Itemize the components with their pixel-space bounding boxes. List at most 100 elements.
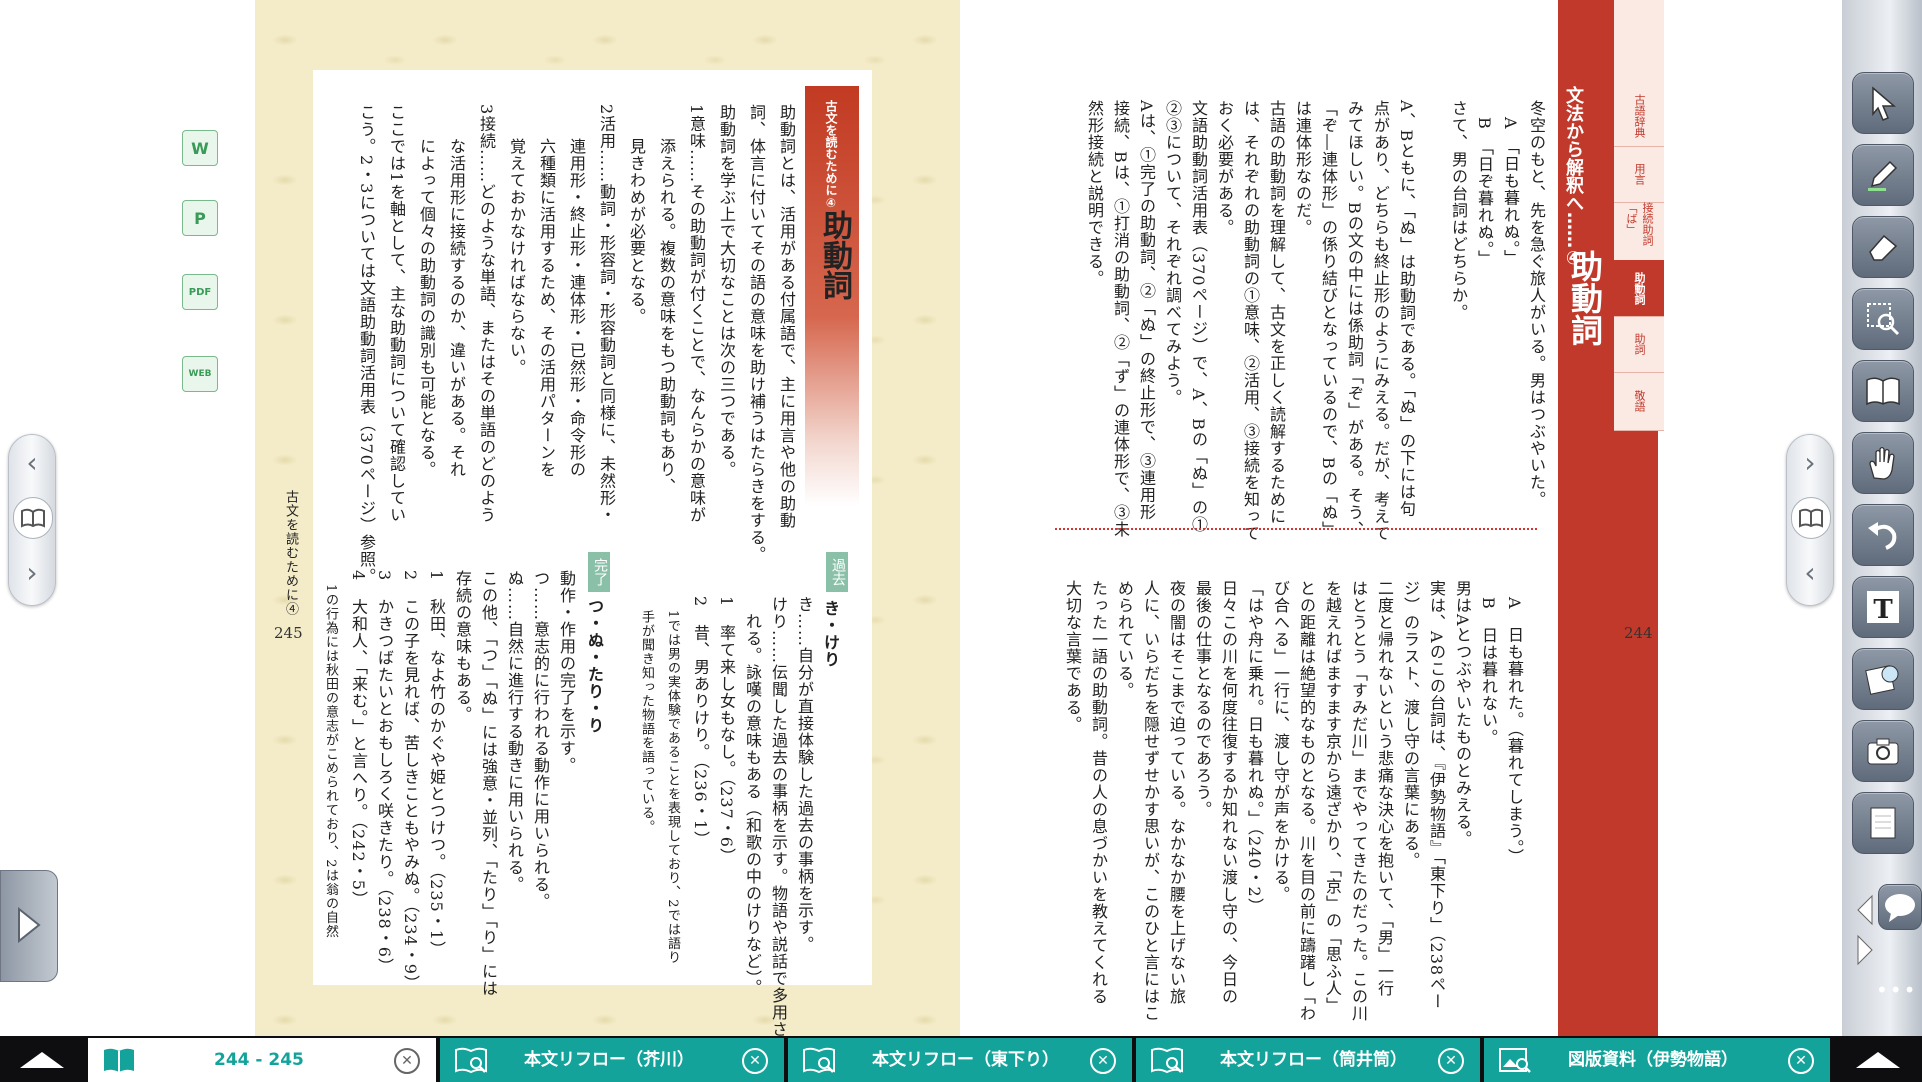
running-head-left: 古文を読むために④: [283, 490, 298, 616]
past-line: 1 率て来し女もなし。（237・6）: [717, 596, 736, 865]
body-line: 助動詞とは、活用がある付属語で、主に用言や他の助動: [777, 104, 796, 529]
close-tab-icon[interactable]: ✕: [1090, 1048, 1116, 1074]
comment-tool[interactable]: [1878, 884, 1922, 930]
page-number-245: 245: [274, 624, 303, 642]
right-upper-line: 冬空のもと、先を急ぐ旅人がいる。男はつぶやいた。: [1527, 100, 1546, 508]
zoom-region-icon: [1867, 303, 1900, 336]
book-search-icon: [803, 1047, 835, 1074]
left-panel-expand-button[interactable]: [0, 870, 58, 982]
tool-prev-arrow[interactable]: [1854, 888, 1876, 932]
camera-tool[interactable]: [1852, 720, 1914, 782]
right-lower-line: たった一語の助動詞。昔の人の息づかいを教えてくれる: [1089, 580, 1108, 1005]
eraser-tool[interactable]: [1852, 216, 1914, 278]
powerpoint-file-icon[interactable]: P: [182, 200, 218, 236]
body-line: 添えられる。複数の意味をもつ助動詞もあり、: [657, 104, 676, 495]
past-line: 1では男の実体験であることを表現しており、2では語り: [665, 596, 680, 965]
right-upper-line: 点があり、どちらも終止形のようにみえる。だが、考えて: [1371, 100, 1390, 542]
right-upper-line: さて、男の台詞はどちらか。: [1449, 100, 1468, 321]
dotted-divider: [1055, 528, 1537, 530]
left-page-navigator: ‹ ›: [8, 434, 56, 606]
tab-reflow-tsutsuizutsu[interactable]: 本文リフロー（筒井筒） ✕: [1136, 1038, 1480, 1082]
triangle-left-icon: [1857, 894, 1873, 926]
notebook-tool[interactable]: [1852, 792, 1914, 854]
speech-bubble-icon: [1885, 894, 1915, 922]
right-upper-line: は、それぞれの助動詞の①意味、②活用、③接続を知って: [1241, 100, 1260, 542]
side-tab-keigo[interactable]: 敬語: [1614, 372, 1664, 431]
right-lower-line: を越えればますます京から遠ざかり、「京」の「思ふ人」: [1323, 580, 1342, 1014]
right-lower-line: B 日は暮れない。: [1479, 580, 1498, 746]
side-tab-setsuzoku-joshi[interactable]: 接続助詞「ば」: [1614, 202, 1664, 261]
perfect-tag: 完了: [588, 552, 610, 592]
tab-reflow-azumakudari[interactable]: 本文リフロー（東下り） ✕: [788, 1038, 1132, 1082]
more-options-icon[interactable]: •••: [1876, 978, 1917, 1002]
right-lower-line: 実は、Aのこの台詞は、『伊勢物語』「東下り」（238ペー: [1427, 580, 1446, 1011]
open-book-icon: [21, 508, 45, 528]
stamp-icon: [1865, 665, 1899, 695]
right-lower-line: 男はAとつぶやいたものとみえる。: [1453, 580, 1472, 848]
past-line: 2 昔、男ありけり。（236・1）: [691, 596, 710, 848]
right-upper-line: みてほしい。Bの文の中には係助詞「ぞ」がある。そう、: [1345, 100, 1364, 538]
right-lower-line: 人に、いらだちを隠せずせかす思いが、このひと言にはこ: [1141, 580, 1160, 1022]
hand-icon: [1869, 446, 1895, 480]
perfect-line: 動作・作用の完了を示す。: [557, 570, 576, 774]
side-tab-joshi[interactable]: 助詞: [1614, 316, 1664, 373]
pen-tool[interactable]: [1852, 144, 1914, 206]
banner-text: 文法から解釈へ……④: [1563, 86, 1584, 269]
tab-figure-ise-monogatari[interactable]: 図版資料（伊勢物語） ✕: [1484, 1038, 1830, 1082]
tab-label: 本文リフロー（東下り）: [872, 1050, 1059, 1070]
close-tab-icon[interactable]: ✕: [1788, 1048, 1814, 1074]
pointer-tool[interactable]: [1852, 72, 1914, 134]
right-upper-line: Aは、①完了の助動詞、②「ぬ」の終止形で、③連用形: [1137, 100, 1156, 521]
book-view-button[interactable]: [13, 497, 53, 539]
close-tab-icon[interactable]: ✕: [394, 1048, 420, 1074]
notebook-icon: [1870, 807, 1896, 839]
body-line: 覚えておかなければならない。: [507, 104, 526, 376]
pdf-file-icon[interactable]: PDF: [182, 274, 218, 310]
tab-label: 図版資料（伊勢物語）: [1568, 1050, 1738, 1070]
book-view-button[interactable]: [1791, 497, 1831, 539]
right-upper-line: A 「日も暮れぬ。」: [1501, 100, 1520, 267]
zoom-region-tool[interactable]: [1852, 288, 1914, 350]
book-tool[interactable]: [1852, 360, 1914, 422]
camera-icon: [1867, 738, 1899, 765]
side-tab-yougen[interactable]: 用言: [1614, 146, 1664, 203]
pointer-icon: [1872, 86, 1897, 121]
body-line: 詞、体言に付いてその語の意味を助け補うはたらきをする。: [747, 104, 766, 563]
side-tab-kogo-jiten[interactable]: 古語辞典: [1614, 86, 1664, 147]
past-line: き……自分が直接体験した過去の事柄を示す。: [795, 596, 814, 953]
stamp-tool[interactable]: [1852, 648, 1914, 710]
menu-expand-up-button[interactable]: [1834, 1038, 1922, 1082]
right-lower-line: との距離は絶望的なものとなる。川を目の前に躊躇し「わ: [1297, 580, 1316, 1022]
undo-icon: [1868, 522, 1897, 550]
text-tool[interactable]: T: [1852, 576, 1914, 638]
web-link-icon[interactable]: WEB: [182, 356, 218, 392]
body-line: 見きわめが必要となる。: [627, 104, 646, 325]
close-tab-icon[interactable]: ✕: [1438, 1048, 1464, 1074]
prev-page-chevron-icon[interactable]: ‹: [1795, 553, 1825, 593]
tool-next-arrow[interactable]: [1854, 928, 1876, 972]
side-tab-jodoushi[interactable]: 助動詞: [1614, 260, 1664, 317]
right-lower-line: 夜の闇はそこまで迫っている。なかなか腰を上げない旅: [1167, 580, 1186, 1005]
undo-tool[interactable]: [1852, 504, 1914, 566]
right-upper-line: ②③について、それぞれ調べてみよう。: [1163, 100, 1182, 406]
next-page-chevron-icon[interactable]: ›: [1795, 443, 1825, 483]
tab-page-244-245[interactable]: 244 - 245 ✕: [88, 1038, 436, 1082]
body-line: 助動詞を学ぶ上で大切なことは次の三つである。: [717, 104, 736, 478]
svg-text:T: T: [1873, 595, 1893, 625]
prev-page-chevron-icon[interactable]: ‹: [17, 443, 47, 483]
past-line: けり……伝聞した過去の事柄を示す。物語や説話で多用さ: [769, 596, 788, 1038]
book-search-icon: [1151, 1047, 1183, 1074]
tabs-expand-up-button[interactable]: [0, 1038, 84, 1082]
right-upper-line: 然形接続と説明できる。: [1085, 100, 1104, 287]
tool-palette: T •••: [1842, 0, 1922, 1036]
perfect-line: つ……意志的に行われる動作に用いられる。: [531, 570, 550, 910]
close-tab-icon[interactable]: ✕: [742, 1048, 768, 1074]
right-lower-line: 日々この川を何度往復するか知れない渡し守の、今日の: [1219, 580, 1238, 1005]
tab-reflow-akutagawa[interactable]: 本文リフロー（芥川） ✕: [440, 1038, 784, 1082]
hand-tool[interactable]: [1852, 432, 1914, 494]
body-line: 2活用……動詞・形容詞・形容動詞と同様に、未然形・: [597, 104, 616, 524]
next-page-chevron-icon[interactable]: ›: [17, 553, 47, 593]
right-lower-line: められている。: [1115, 580, 1134, 699]
word-file-icon[interactable]: W: [182, 130, 218, 166]
up-triangle-icon: [20, 1052, 64, 1068]
